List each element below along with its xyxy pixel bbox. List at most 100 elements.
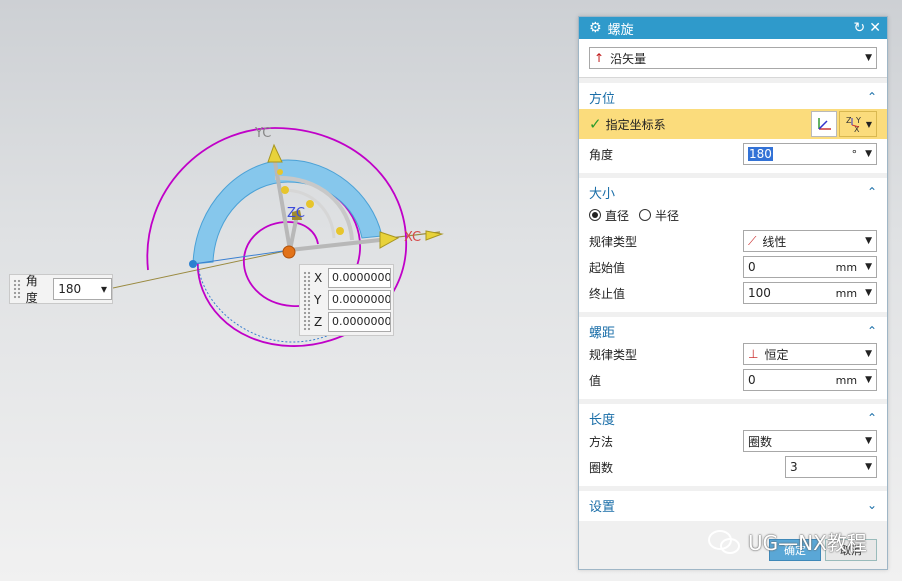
dialog-title: 螺旋 <box>607 22 634 38</box>
chevron-down-icon: ▼ <box>865 236 872 246</box>
method-value: 圈数 <box>748 434 773 449</box>
length-title: 长度 <box>589 412 616 428</box>
coordinate-float-panel: X 0.0000000 Y 0.0000000 Z 0.0000000 <box>299 264 394 336</box>
y-field[interactable]: 0.0000000 <box>328 290 391 310</box>
angle-float-value: 180 <box>58 282 82 296</box>
handle-dot-1[interactable] <box>281 186 289 194</box>
turns-label: 圈数 <box>589 460 614 475</box>
chevron-down-icon[interactable]: ▼ <box>865 288 872 298</box>
chevron-up-icon[interactable]: ⌃ <box>867 411 877 425</box>
wechat-icon <box>708 529 740 554</box>
dialog-title-bar[interactable]: ⚙ 螺旋 ↻ ✕ <box>579 17 887 39</box>
chevron-down-icon: ▼ <box>865 349 872 359</box>
z-field[interactable]: 0.0000000 <box>328 312 391 332</box>
watermark-text: UG—NX教程 <box>748 531 867 555</box>
radio-on-icon <box>589 209 601 221</box>
start-value-label: 起始值 <box>589 260 626 275</box>
type-select-value: 沿矢量 <box>610 51 647 66</box>
handle-dot-2[interactable] <box>306 200 314 208</box>
axis-label-zc: ZC <box>287 206 305 221</box>
pitch-law-type-label: 规律类型 <box>589 347 638 362</box>
reset-icon[interactable]: ↻ <box>854 20 866 36</box>
chevron-down-icon[interactable]: ▼ <box>865 149 872 159</box>
settings-title: 设置 <box>589 499 616 515</box>
type-select[interactable]: ↑ 沿矢量 ▼ <box>589 47 877 69</box>
drag-grip-icon[interactable] <box>13 279 21 299</box>
drag-grip-icon[interactable] <box>303 271 311 331</box>
length-header[interactable]: 长度 ⌃ <box>589 408 877 428</box>
pitch-value-label: 值 <box>589 373 602 388</box>
radius-radio[interactable]: 半径 <box>639 207 679 224</box>
orientation-title: 方位 <box>589 91 616 107</box>
size-section: 大小 ⌃ 直径 半径 规律类型 ⟋ 线性 ▼ 起始值 0 mm ▼ 终止值 10… <box>579 178 887 312</box>
pitch-law-type-select[interactable]: ⊥ 恒定 ▼ <box>743 343 877 365</box>
settings-header[interactable]: 设置 ⌄ <box>589 495 877 515</box>
size-law-type-value: 线性 <box>762 234 787 249</box>
y-label: Y <box>314 293 322 307</box>
chevron-down-icon[interactable]: ▼ <box>865 262 872 272</box>
diameter-radio[interactable]: 直径 <box>589 207 629 224</box>
pitch-law-type-value: 恒定 <box>764 347 789 362</box>
start-point-handle[interactable] <box>189 260 197 268</box>
size-header[interactable]: 大小 ⌃ <box>589 182 877 202</box>
orientation-header[interactable]: 方位 ⌃ <box>589 87 877 107</box>
chevron-down-icon[interactable]: ⌄ <box>867 498 877 512</box>
close-icon[interactable]: ✕ <box>869 20 881 36</box>
size-law-type-select[interactable]: ⟋ 线性 ▼ <box>743 230 877 252</box>
start-value: 0 <box>748 260 756 274</box>
start-value-field[interactable]: 0 mm ▼ <box>743 256 877 278</box>
chevron-up-icon[interactable]: ⌃ <box>867 90 877 104</box>
constant-law-icon: ⊥ <box>748 347 759 361</box>
angle-unit: ° <box>851 147 858 161</box>
axis-label-yc: YC <box>254 126 271 141</box>
specify-csys-label: 指定坐标系 <box>605 117 666 132</box>
csys-dialog-icon[interactable] <box>811 111 837 137</box>
size-title: 大小 <box>589 186 616 202</box>
method-label: 方法 <box>589 434 614 449</box>
svg-text:Y: Y <box>855 116 861 125</box>
axis-label-xc: XC <box>404 230 421 245</box>
chevron-down-icon[interactable]: ▼ <box>865 375 872 385</box>
radio-off-icon <box>639 209 652 221</box>
x-label: X <box>314 271 323 285</box>
chevron-up-icon[interactable]: ⌃ <box>867 185 877 199</box>
chevron-down-icon: ▼ <box>865 436 872 446</box>
chevron-down-icon[interactable]: ▾ <box>101 282 107 296</box>
method-select[interactable]: 圈数 ▼ <box>743 430 877 452</box>
handle-dot-4[interactable] <box>277 169 283 175</box>
size-law-type-label: 规律类型 <box>589 234 638 249</box>
specify-csys-row[interactable]: ✓ 指定坐标系 ZYX ▼ <box>579 109 887 139</box>
end-value: 100 <box>748 286 771 300</box>
pitch-section: 螺距 ⌃ 规律类型 ⊥ 恒定 ▼ 值 0 mm ▼ <box>579 317 887 399</box>
origin-point-handle[interactable] <box>282 245 296 259</box>
pitch-title: 螺距 <box>589 325 616 341</box>
x-field[interactable]: 0.0000000 <box>328 268 391 288</box>
watermark: UG—NX教程 <box>706 527 867 556</box>
chevron-down-icon[interactable]: ▼ <box>865 462 872 472</box>
chevron-down-icon: ▼ <box>865 53 872 63</box>
end-unit: mm <box>835 286 858 300</box>
helix-dialog: ⚙ 螺旋 ↻ ✕ ↑ 沿矢量 ▼ 方位 ⌃ ✓ 指定坐标系 ZYX ▼ 角度 1… <box>578 16 888 570</box>
end-value-field[interactable]: 100 mm ▼ <box>743 282 877 304</box>
pitch-header[interactable]: 螺距 ⌃ <box>589 321 877 341</box>
chevron-up-icon[interactable]: ⌃ <box>867 324 877 338</box>
linear-law-icon: ⟋ <box>748 233 757 248</box>
yc-arrow-icon[interactable] <box>267 143 283 163</box>
angle-float-label: 角度 <box>25 274 38 305</box>
handle-dot-3[interactable] <box>336 227 344 235</box>
csys-type-icon[interactable]: ZYX ▼ <box>839 111 877 137</box>
pitch-value: 0 <box>748 373 756 387</box>
angle-float-field[interactable]: 180 ▾ <box>53 278 112 300</box>
gear-icon: ⚙ <box>589 20 602 36</box>
diameter-label: 直径 <box>605 208 630 223</box>
pitch-value-field[interactable]: 0 mm ▼ <box>743 369 877 391</box>
start-unit: mm <box>835 260 858 274</box>
angle-value: 180 <box>748 147 773 161</box>
svg-text:Z: Z <box>846 116 852 125</box>
xc-arrow-icon[interactable] <box>379 231 400 249</box>
angle-field[interactable]: 180 ° ▼ <box>743 143 877 165</box>
pitch-unit: mm <box>835 373 858 387</box>
end-value-label: 终止值 <box>589 286 626 301</box>
turns-field[interactable]: 3 ▼ <box>785 456 877 478</box>
turns-value: 3 <box>790 460 798 474</box>
